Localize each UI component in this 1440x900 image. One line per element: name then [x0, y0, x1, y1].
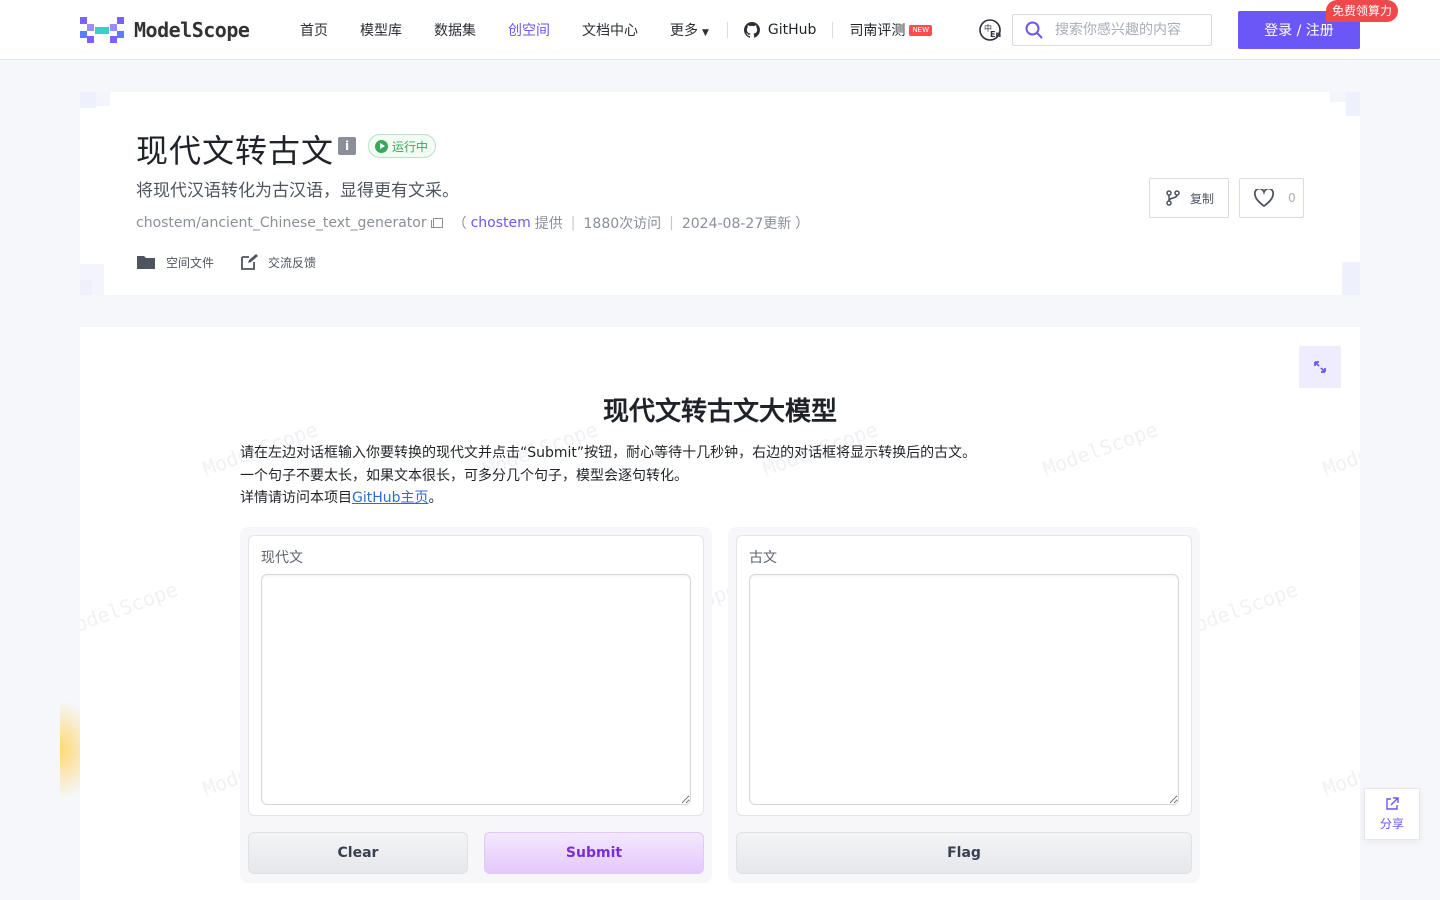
chevron-down-icon: ▼: [702, 28, 709, 38]
decor-pixel: [80, 92, 96, 108]
logo-mark-icon: [80, 17, 124, 43]
like-count: 0: [1288, 191, 1296, 205]
app-desc-prefix: 详情请访问本项目: [240, 490, 352, 506]
folder-icon: [137, 256, 155, 269]
free-compute-tag[interactable]: 免费领算力: [1326, 0, 1399, 22]
watermark: ModelScope: [80, 577, 181, 641]
space-tabs: 空间文件 交流反馈: [136, 253, 316, 271]
share-button[interactable]: 分享: [1364, 788, 1420, 840]
app-title: 现代文转古文大模型: [602, 397, 837, 427]
search-icon: [1025, 21, 1043, 39]
output-label: 古文: [749, 550, 777, 566]
decor-pixel: [1346, 92, 1360, 116]
decor-pixel: [1342, 262, 1360, 295]
app-desc-line-1: 请在左边对话框输入你要转换的现代文并点击“Submit”按钮，耐心等待十几秒钟，…: [240, 445, 977, 461]
output-block: 古文 Flag: [728, 527, 1200, 883]
play-icon: [375, 139, 388, 153]
translate-icon: 中 En: [979, 19, 1001, 41]
heart-icon: [1254, 189, 1274, 207]
eval-label: 司南评测: [849, 23, 906, 39]
input-block: 现代文 Clear Submit: [240, 527, 712, 883]
top-nav: ModelScope 首页 模型库 数据集 创空间 文档中心 更多 ▼ GitHu…: [0, 0, 1440, 60]
nav-item-docs[interactable]: 文档中心: [582, 20, 638, 40]
nav-item-models[interactable]: 模型库: [360, 20, 402, 40]
input-container: 现代文: [248, 535, 704, 816]
app-desc-suffix: 。: [428, 490, 443, 506]
nav-item-home[interactable]: 首页: [300, 20, 328, 40]
edit-icon: [241, 254, 259, 270]
share-label: 分享: [1379, 816, 1404, 831]
tab-feedback[interactable]: 交流反馈: [240, 253, 316, 271]
language-switch-button[interactable]: 中 En: [978, 18, 1002, 42]
space-meta: chostem/ancient_Chinese_text_generator （…: [136, 213, 809, 233]
decor-pixel: [80, 280, 92, 295]
meta-divider: |: [669, 215, 674, 231]
share-icon: [1386, 796, 1399, 810]
info-icon[interactable]: i: [338, 137, 356, 155]
fullscreen-button[interactable]: [1299, 346, 1341, 388]
clear-button[interactable]: Clear: [248, 832, 468, 874]
github-homepage-link[interactable]: GitHub主页: [352, 490, 429, 506]
visit-count: 1880次访问: [583, 216, 662, 232]
nav-item-github[interactable]: GitHub: [743, 22, 817, 38]
status-text: 运行中: [392, 139, 429, 154]
space-description: 将现代汉语转化为古汉语，显得更有文采。: [136, 181, 459, 201]
decor-pixel: [96, 92, 110, 106]
repo-path: chostem/ancient_Chinese_text_generator: [136, 215, 427, 231]
tab-space-files-label: 空间文件: [166, 255, 215, 270]
github-icon: [743, 22, 760, 38]
new-badge: NEW: [909, 24, 933, 36]
meta-divider: |: [570, 215, 576, 231]
like-button[interactable]: 0: [1239, 178, 1304, 218]
tab-feedback-label: 交流反馈: [268, 255, 317, 270]
nav-item-eval[interactable]: 司南评测 NEW: [849, 20, 933, 40]
nav-more-label: 更多: [670, 23, 698, 39]
app-description: 请在左边对话框输入你要转换的现代文并点击“Submit”按钮，耐心等待十几秒钟，…: [240, 442, 976, 510]
nav-item-more[interactable]: 更多 ▼: [670, 20, 709, 40]
decor-pixel: [1330, 92, 1346, 102]
expand-icon: [1314, 361, 1326, 373]
provided-label: 提供: [534, 216, 563, 232]
classical-text-output[interactable]: [749, 574, 1179, 805]
app-panel: ModelScope ModelScope ModelScope ModelSc…: [80, 327, 1360, 900]
nav-divider: [726, 22, 728, 38]
modern-text-input[interactable]: [261, 574, 691, 805]
nav-item-datasets[interactable]: 数据集: [434, 20, 476, 40]
fork-button[interactable]: 复制: [1149, 178, 1229, 218]
svg-text:En: En: [990, 30, 1001, 39]
fork-icon: [1166, 190, 1180, 206]
space-header-card: 现代文转古文 i 运行中 将现代汉语转化为古汉语，显得更有文采。 chostem…: [80, 92, 1360, 295]
nav-menu: 首页 模型库 数据集 创空间 文档中心 更多 ▼ GitHub 司南评测 NEW: [300, 0, 933, 60]
author-link[interactable]: chostem: [471, 215, 531, 231]
modelscope-logo[interactable]: ModelScope: [80, 16, 250, 44]
output-container: 古文: [736, 535, 1192, 816]
submit-button[interactable]: Submit: [484, 832, 704, 874]
input-label: 现代文: [261, 550, 303, 566]
space-title: 现代文转古文: [136, 132, 335, 170]
logo-text: ModelScope: [134, 18, 250, 42]
status-badge: 运行中: [368, 134, 437, 158]
github-label: GitHub: [767, 22, 817, 38]
meta-close-paren: ）: [795, 216, 810, 232]
search-input[interactable]: [1055, 22, 1205, 38]
fork-label: 复制: [1190, 191, 1215, 206]
watermark: ModelScope: [1319, 737, 1360, 801]
copy-icon[interactable]: [430, 218, 443, 228]
app-desc-line-3: 详情请访问本项目GitHub主页。: [240, 487, 976, 510]
search-box[interactable]: [1012, 14, 1212, 46]
flag-button[interactable]: Flag: [736, 832, 1192, 874]
app-desc-line-2: 一个句子不要太长，如果文本很长，可多分几个句子，模型会逐句转化。: [240, 467, 688, 484]
tab-space-files[interactable]: 空间文件: [136, 253, 214, 271]
nav-item-studios[interactable]: 创空间: [508, 20, 550, 40]
nav-divider: [832, 22, 834, 38]
meta-open-paren: （: [452, 216, 467, 232]
updated-date: 2024-08-27更新: [681, 216, 792, 232]
